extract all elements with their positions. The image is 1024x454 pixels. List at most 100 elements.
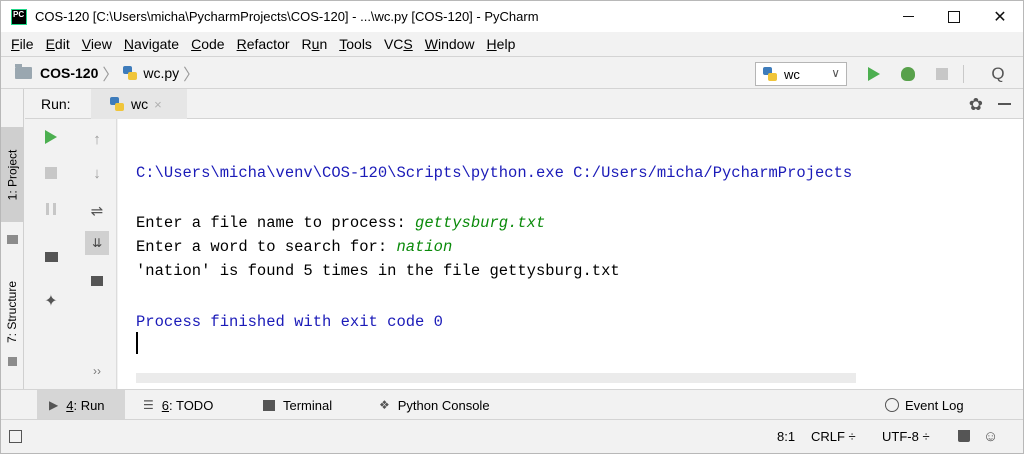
- menu-help[interactable]: Help: [481, 36, 522, 52]
- play-icon: [868, 67, 880, 81]
- pycharm-logo-icon: PC: [11, 8, 27, 25]
- window-controls: ✕: [885, 1, 1023, 32]
- run-console[interactable]: C:\Users\micha\venv\COS-120\Scripts\pyth…: [118, 119, 1023, 389]
- python-file-icon: [122, 65, 138, 81]
- tool-tab-run[interactable]: ▶ 4: Run: [37, 390, 125, 420]
- rerun-button[interactable]: [39, 125, 63, 149]
- search-icon: Q: [991, 64, 1005, 83]
- close-icon: ✕: [993, 8, 1007, 26]
- console-command-line: C:\Users\micha\venv\COS-120\Scripts\pyth…: [136, 164, 853, 182]
- restore-layout-button[interactable]: [39, 245, 63, 269]
- python-console-icon: ❖: [379, 398, 390, 412]
- menu-navigate[interactable]: Navigate: [118, 36, 185, 52]
- search-everywhere-button[interactable]: Q: [987, 63, 1009, 85]
- terminal-icon: [263, 399, 275, 411]
- breadcrumb-separator: 〉: [102, 66, 119, 84]
- stop-button[interactable]: [931, 63, 953, 85]
- toolbar-divider: [963, 65, 964, 83]
- pause-button[interactable]: [39, 197, 63, 221]
- menu-refactor[interactable]: Refactor: [231, 36, 296, 52]
- status-bar: 8:1 CRLF ÷ UTF-8 ÷ ☺: [1, 419, 1023, 453]
- scroll-to-end-button[interactable]: ⇊: [85, 231, 109, 255]
- horizontal-scrollbar[interactable]: [136, 373, 856, 383]
- down-stack-frame-button[interactable]: ↓: [85, 161, 109, 185]
- close-button[interactable]: ✕: [977, 1, 1023, 32]
- run-configuration-select[interactable]: wc ∨: [755, 62, 847, 86]
- project-tool-tab[interactable]: 1: Project: [1, 127, 24, 222]
- lock-icon[interactable]: [958, 430, 970, 442]
- stop-icon: [45, 167, 57, 179]
- debug-button[interactable]: [897, 63, 919, 85]
- bug-icon: [901, 67, 915, 81]
- folder-icon: [15, 63, 32, 79]
- menu-edit[interactable]: Edit: [40, 36, 76, 52]
- run-tab-label: wc: [131, 96, 149, 112]
- more-icon: ››: [93, 364, 101, 378]
- menu-tools[interactable]: Tools: [333, 36, 378, 52]
- pin-tab-button[interactable]: ✦: [39, 289, 63, 313]
- gear-icon[interactable]: ✿: [969, 95, 983, 115]
- console-prompt: Enter a file name to process:: [136, 214, 416, 232]
- bottom-tool-tabs: ▶ 4: Run ☰ 6: TODO Terminal ❖ Python Con…: [1, 389, 1023, 420]
- run-button[interactable]: [863, 63, 885, 85]
- stop-icon: [936, 68, 948, 80]
- layout-icon: [44, 252, 58, 262]
- console-result-line: 'nation' is found 5 times in the file ge…: [136, 262, 620, 280]
- menu-code[interactable]: Code: [185, 36, 230, 52]
- text-cursor: [136, 332, 138, 354]
- toggle-tool-windows-icon[interactable]: [9, 430, 22, 443]
- play-icon: [45, 130, 57, 144]
- menu-window[interactable]: Window: [419, 36, 481, 52]
- breadcrumb-file[interactable]: wc.py: [143, 65, 179, 81]
- print-button[interactable]: [85, 269, 109, 293]
- minimize-button[interactable]: [885, 1, 931, 32]
- title-bar: PC COS-120 [C:\Users\micha\PycharmProjec…: [1, 1, 1023, 32]
- pause-icon: [46, 203, 56, 215]
- run-actions-toolbar: ✦: [25, 119, 77, 389]
- maximize-button[interactable]: [931, 1, 977, 32]
- run-panel-label: Run:: [41, 95, 71, 112]
- structure-tool-tab[interactable]: 7: Structure: [1, 249, 24, 374]
- stop-button[interactable]: [39, 161, 63, 185]
- console-actions-toolbar: ↑ ↓ ⇌ ⇊ ››: [77, 119, 117, 389]
- tool-tab-python-console[interactable]: ❖ Python Console: [379, 390, 490, 420]
- project-tab-label: 1: Project: [5, 149, 20, 200]
- run-icon: ▶: [49, 398, 59, 412]
- run-configuration-label: wc: [784, 66, 800, 82]
- hide-panel-icon[interactable]: [998, 103, 1011, 105]
- navigation-bar: COS-120 〉 wc.py 〉 wc ∨ Q: [1, 56, 1023, 89]
- file-encoding[interactable]: UTF-8 ÷: [882, 429, 930, 444]
- up-arrow-icon: ↑: [93, 130, 101, 148]
- menu-vcs[interactable]: VCS: [378, 36, 419, 52]
- left-tool-strip: 1: Project 7: Structure: [1, 89, 24, 389]
- soft-wrap-icon: ⇌: [90, 203, 104, 220]
- console-line: Enter a word to search for: nation: [136, 237, 452, 257]
- window-title: COS-120 [C:\Users\micha\PycharmProjects\…: [35, 9, 539, 24]
- menu-view[interactable]: View: [76, 36, 118, 52]
- menu-file[interactable]: File: [5, 36, 40, 52]
- structure-icon: [8, 357, 17, 366]
- breadcrumb-project[interactable]: COS-120: [40, 65, 98, 81]
- run-tab-wc[interactable]: wc ×: [91, 89, 187, 119]
- tool-tab-event-log[interactable]: Event Log: [885, 390, 964, 420]
- tool-tab-todo[interactable]: ☰ 6: TODO: [143, 390, 213, 420]
- caret-position[interactable]: 8:1: [777, 429, 795, 444]
- todo-icon: ☰: [143, 398, 154, 412]
- event-log-icon: [885, 398, 899, 412]
- menu-run[interactable]: Run: [296, 36, 334, 52]
- up-stack-frame-button[interactable]: ↑: [85, 127, 109, 151]
- menu-bar: File Edit View Navigate Code Refactor Ru…: [1, 32, 1023, 56]
- tool-tab-terminal[interactable]: Terminal: [263, 390, 332, 420]
- more-actions-button[interactable]: ››: [85, 359, 109, 383]
- close-tab-icon[interactable]: ×: [154, 97, 162, 112]
- folder-icon: [7, 235, 18, 244]
- soft-wrap-button[interactable]: ⇌: [85, 199, 109, 223]
- console-user-input: gettysburg.txt: [415, 214, 546, 232]
- line-separator[interactable]: CRLF ÷: [811, 429, 856, 444]
- run-panel-header: Run: wc × ✿: [25, 89, 1023, 119]
- console-exit-line: Process finished with exit code 0: [136, 313, 443, 331]
- print-icon: [91, 276, 103, 286]
- inspector-icon[interactable]: ☺: [983, 428, 998, 445]
- chevron-down-icon: ∨: [831, 66, 840, 80]
- console-line: Enter a file name to process: gettysburg…: [136, 213, 545, 233]
